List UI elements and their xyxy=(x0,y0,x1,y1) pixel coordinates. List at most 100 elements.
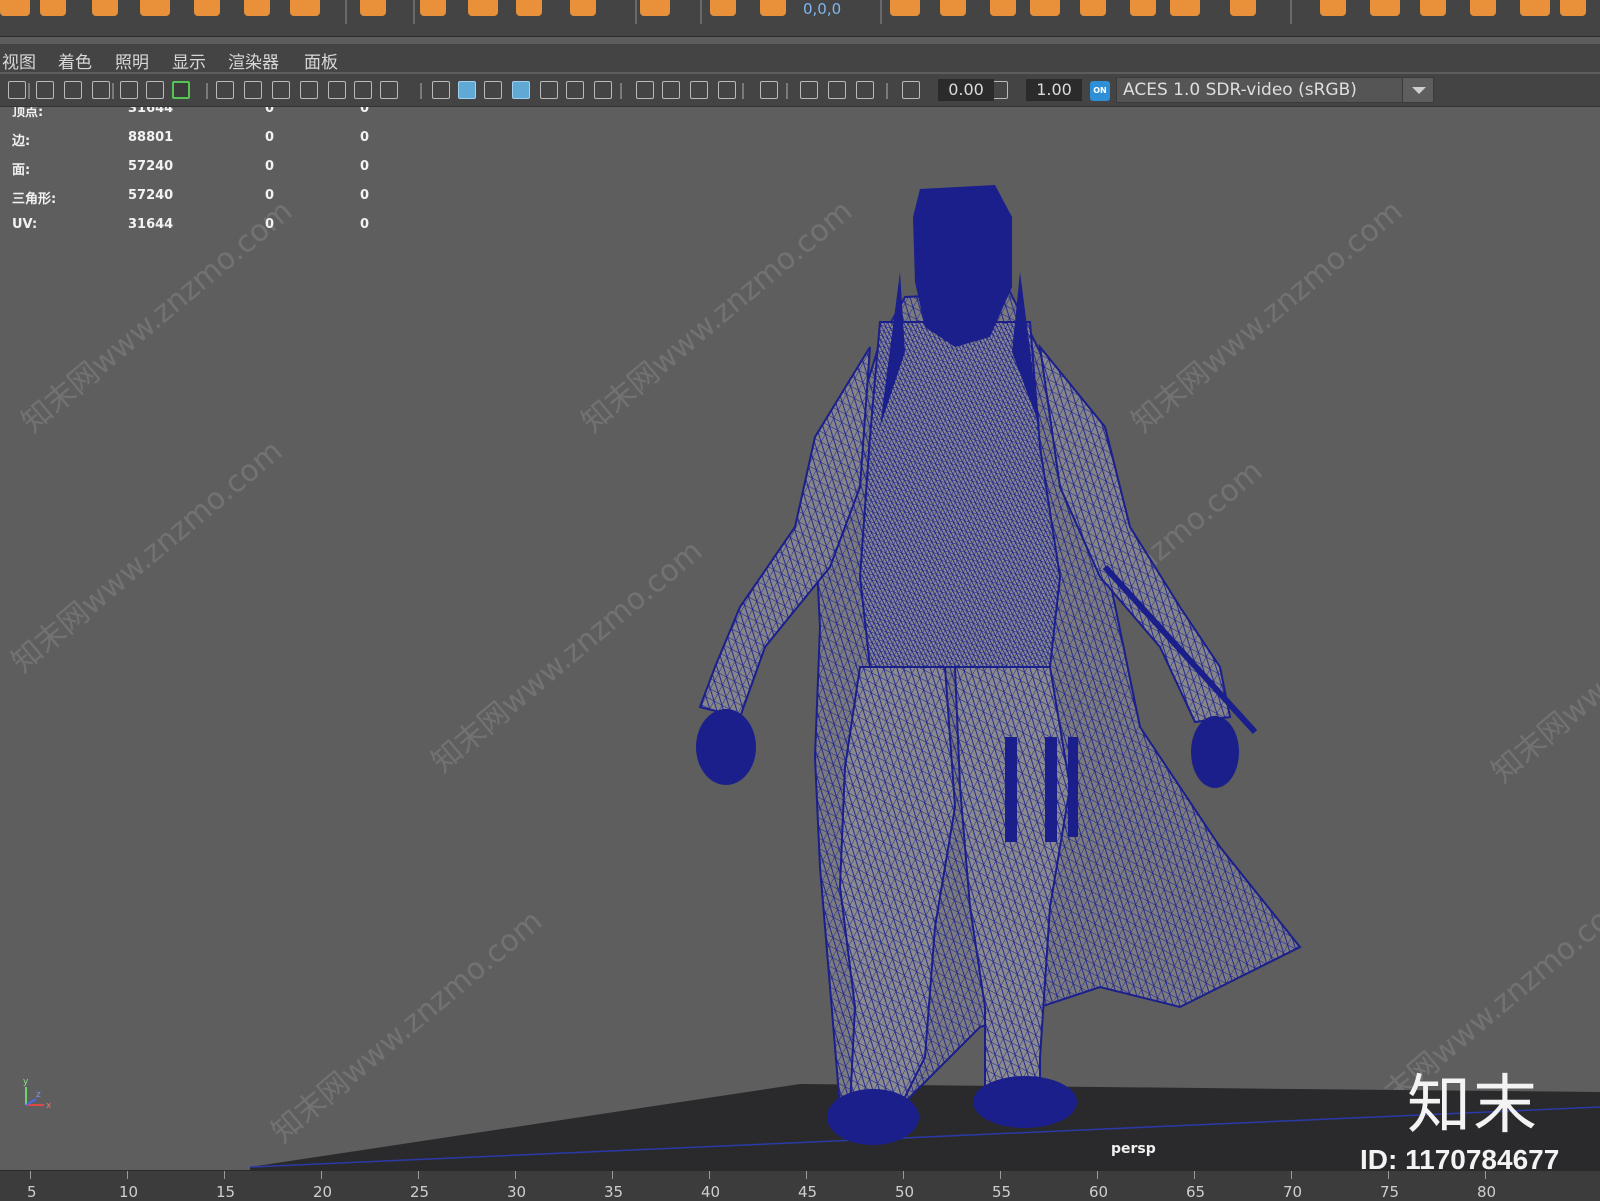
shelf-tool-icon[interactable] xyxy=(194,0,220,16)
screen-space-ao-icon[interactable] xyxy=(636,81,654,99)
shelf-tool-icon[interactable] xyxy=(570,0,596,16)
field-chart-icon[interactable] xyxy=(328,81,346,99)
shelf-separator xyxy=(345,0,347,24)
color-management-toggle[interactable]: ON xyxy=(1090,81,1110,101)
shelf: 0,0,0 xyxy=(0,0,1600,37)
left-boot-mesh xyxy=(827,1089,919,1145)
viewport-persp[interactable]: 知末网www.znzmo.com 知末网www.znzmo.com 知末网www.z… xyxy=(0,107,1600,1170)
wireframe-on-shaded-icon[interactable] xyxy=(512,81,530,99)
shelf-tool-icon[interactable] xyxy=(1560,0,1586,16)
bookmark-icon[interactable] xyxy=(92,81,110,99)
wireframe-icon[interactable] xyxy=(432,81,450,99)
holster-blade xyxy=(1068,737,1078,837)
grid-icon[interactable] xyxy=(216,81,234,99)
shelf-tool-icon[interactable] xyxy=(244,0,270,16)
smooth-shade-icon[interactable] xyxy=(458,81,476,99)
grease-pencil-icon[interactable] xyxy=(172,81,190,99)
shelf-tool-icon[interactable] xyxy=(1420,0,1446,16)
shelf-tool-icon[interactable] xyxy=(420,0,446,16)
safe-action-icon[interactable] xyxy=(354,81,372,99)
shelf-tool-icon[interactable] xyxy=(890,0,920,16)
shelf-tool-icon[interactable] xyxy=(360,0,386,16)
time-tick xyxy=(224,1171,225,1179)
shelf-separator xyxy=(635,0,637,24)
right-boot-mesh xyxy=(973,1076,1077,1128)
shelf-tool-icon[interactable] xyxy=(1230,0,1256,16)
color-space-dropdown[interactable]: ACES 1.0 SDR-video (sRGB) xyxy=(1116,77,1434,103)
backface-culling-icon[interactable] xyxy=(856,81,874,99)
shelf-tool-icon[interactable] xyxy=(468,0,498,16)
film-gate-icon[interactable] xyxy=(244,81,262,99)
xray-icon[interactable] xyxy=(540,81,558,99)
shelf-tool-icon[interactable] xyxy=(710,0,736,16)
time-tick-label: 60 xyxy=(1089,1183,1109,1201)
anti-aliasing-icon[interactable] xyxy=(690,81,708,99)
motion-blur-icon[interactable] xyxy=(662,81,680,99)
shelf-tool-icon[interactable] xyxy=(0,0,30,16)
chevron-down-icon[interactable] xyxy=(1402,78,1433,102)
axis-label-y: y xyxy=(23,1077,29,1087)
axis-gizmo: y x z xyxy=(23,1077,52,1111)
depth-of-field-icon[interactable] xyxy=(718,81,736,99)
safe-title-icon[interactable] xyxy=(380,81,398,99)
toolbar-separator xyxy=(620,83,622,99)
shelf-tool-icon[interactable] xyxy=(1520,0,1550,16)
toolbar-separator xyxy=(206,83,208,99)
toolbar-separator xyxy=(742,83,744,99)
time-tick xyxy=(1291,1171,1292,1179)
menu-view[interactable]: 视图 xyxy=(2,48,36,73)
camera-select-icon[interactable] xyxy=(8,81,26,99)
xray-joints-icon[interactable] xyxy=(800,81,818,99)
shelf-tool-icon[interactable] xyxy=(140,0,170,16)
time-tick-label: 10 xyxy=(119,1183,139,1201)
menu-shading[interactable]: 着色 xyxy=(58,48,92,73)
time-tick xyxy=(1388,1171,1389,1179)
time-tick-label: 15 xyxy=(216,1183,236,1201)
camera-bookmark-icon[interactable] xyxy=(64,81,82,99)
menu-show[interactable]: 显示 xyxy=(172,48,206,73)
image-plane-icon[interactable] xyxy=(120,81,138,99)
resolution-gate-icon[interactable] xyxy=(272,81,290,99)
time-tick-label: 50 xyxy=(895,1183,915,1201)
shelf-tool-icon[interactable] xyxy=(290,0,320,16)
scene-render xyxy=(249,185,1600,1170)
gate-mask-icon[interactable] xyxy=(300,81,318,99)
color-space-value: ACES 1.0 SDR-video (sRGB) xyxy=(1123,80,1357,100)
2d-pan-zoom-icon[interactable] xyxy=(146,81,164,99)
time-tick-label: 5 xyxy=(27,1183,37,1201)
shelf-tool-icon[interactable] xyxy=(1170,0,1200,16)
shelf-tool-icon[interactable] xyxy=(1470,0,1496,16)
exposure-field[interactable]: 0.00 xyxy=(938,79,994,101)
menu-lighting[interactable]: 照明 xyxy=(115,48,149,73)
exposure-icon[interactable] xyxy=(902,81,920,99)
shelf-tool-icon[interactable] xyxy=(92,0,118,16)
shelf-tool-icon[interactable] xyxy=(990,0,1016,16)
use-default-material-icon[interactable] xyxy=(484,81,502,99)
shelf-coordinate-readout: 0,0,0 xyxy=(803,0,842,18)
shelf-tool-icon[interactable] xyxy=(1320,0,1346,16)
shelf-tool-icon[interactable] xyxy=(940,0,966,16)
shelf-tool-icon[interactable] xyxy=(640,0,670,16)
shelf-tool-icon[interactable] xyxy=(1030,0,1060,16)
menu-renderer[interactable]: 渲染器 xyxy=(228,48,279,73)
lights-icon[interactable] xyxy=(566,81,584,99)
shadows-icon[interactable] xyxy=(594,81,612,99)
left-fist-mesh xyxy=(696,709,756,785)
gamma-field[interactable]: 1.00 xyxy=(1026,79,1082,101)
shelf-tool-icon[interactable] xyxy=(1080,0,1106,16)
shelf-separator xyxy=(1290,0,1292,24)
time-slider[interactable]: 5 10 15 20 25 30 35 40 45 50 55 60 65 70 75 80 xyxy=(0,1170,1600,1201)
menu-panels[interactable]: 面板 xyxy=(304,48,338,73)
shelf-tool-icon[interactable] xyxy=(516,0,542,16)
time-tick-label: 80 xyxy=(1477,1183,1497,1201)
time-tick xyxy=(127,1171,128,1179)
shelf-tool-icon[interactable] xyxy=(1370,0,1400,16)
shelf-tool-icon[interactable] xyxy=(1130,0,1156,16)
camera-attributes-icon[interactable] xyxy=(36,81,54,99)
xray-active-icon[interactable] xyxy=(828,81,846,99)
shelf-tool-icon[interactable] xyxy=(40,0,66,16)
shelf-tool-icon[interactable] xyxy=(760,0,786,16)
isolate-select-icon[interactable] xyxy=(760,81,778,99)
image-id-label: ID: 1170784677 xyxy=(1360,1144,1560,1170)
shelf-separator xyxy=(413,0,415,24)
